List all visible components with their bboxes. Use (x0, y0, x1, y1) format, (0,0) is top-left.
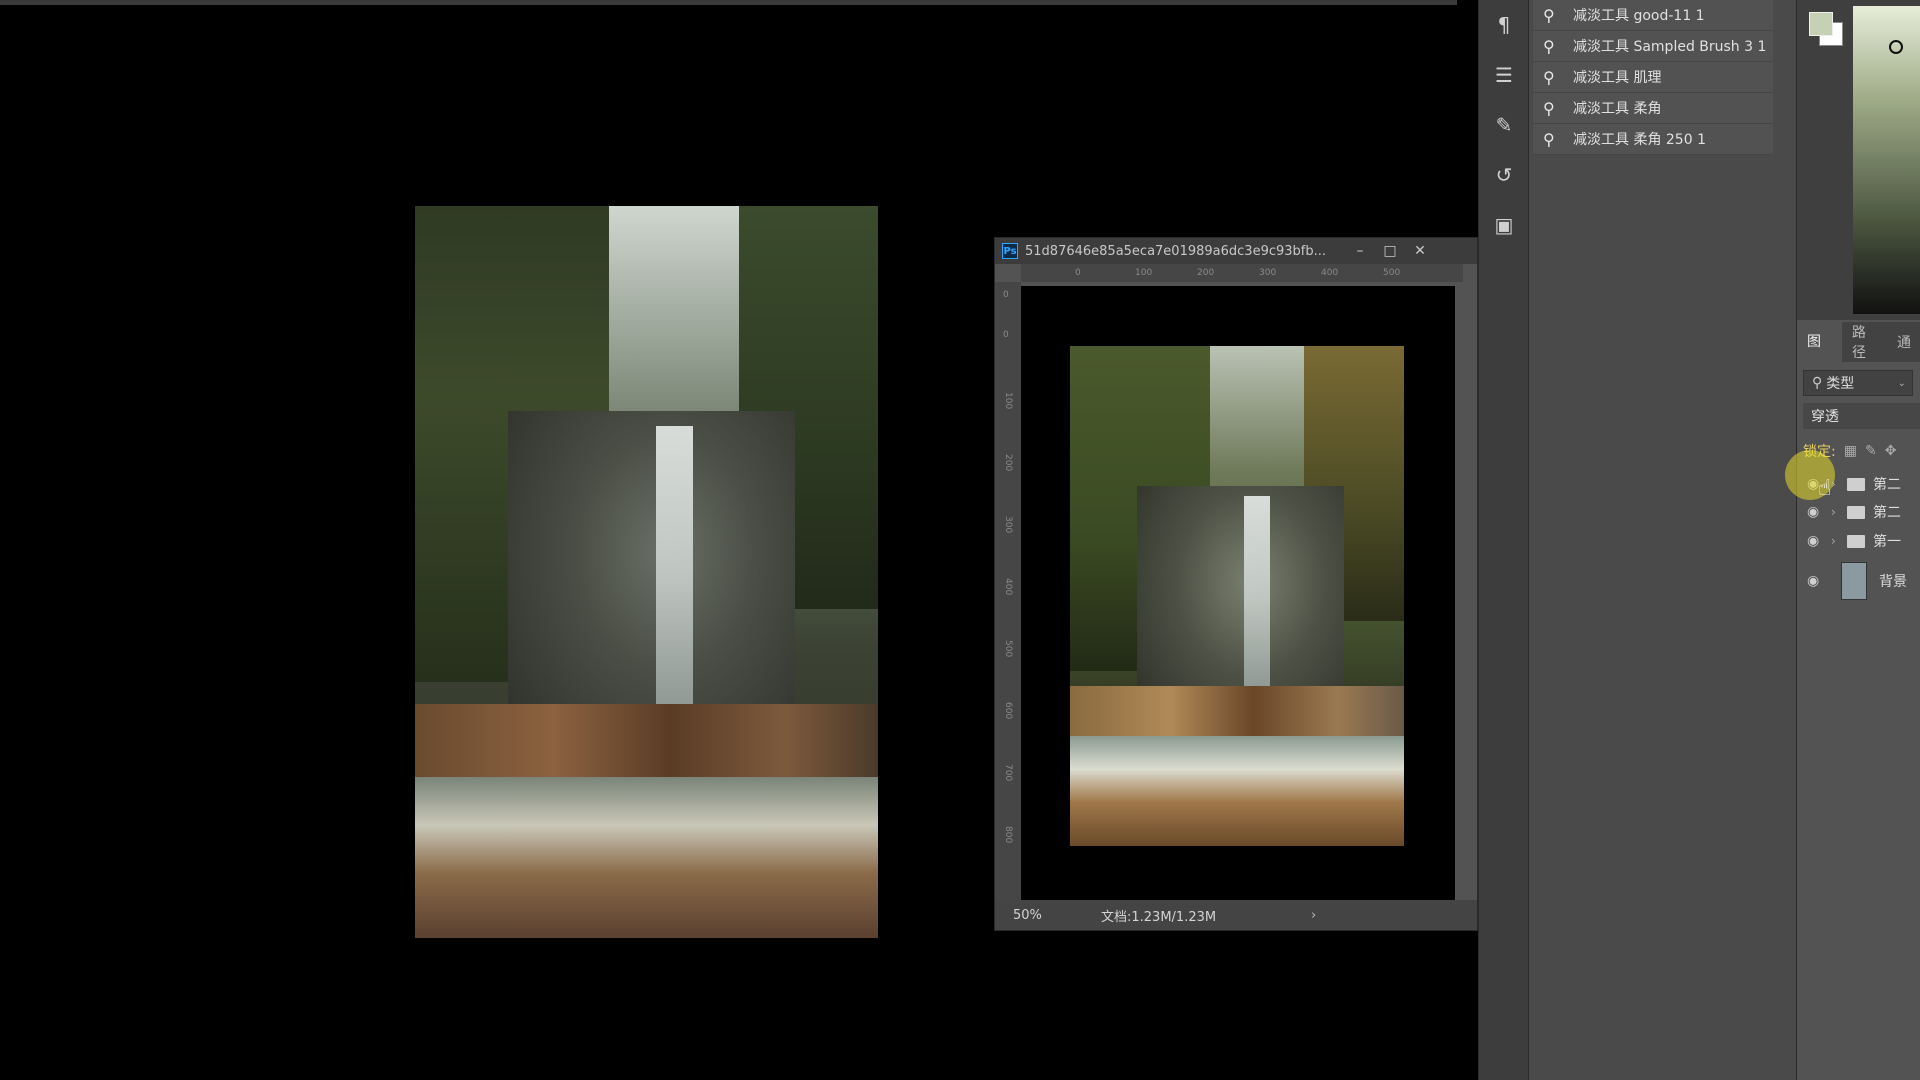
ruler-tick: 0 (1075, 268, 1081, 278)
preset-label: 减淡工具 good-11 1 (1573, 8, 1705, 24)
photo-waterfall (1243, 496, 1271, 706)
ruler-tick: 0 (1003, 290, 1009, 300)
ruler-tick: 200 (1197, 268, 1215, 278)
lock-pixels-icon[interactable]: ✎ (1865, 443, 1877, 459)
folder-icon (1847, 505, 1865, 519)
zoom-level[interactable]: 50% (995, 908, 1057, 923)
search-icon: ⚲ (1812, 375, 1823, 391)
minimize-icon[interactable]: – (1345, 238, 1375, 264)
document-size: 文档:1.23M/1.23M (1101, 909, 1217, 925)
maximize-icon[interactable]: □ (1375, 238, 1405, 264)
preset-label: 减淡工具 肌理 (1573, 70, 1662, 86)
hand-cursor-icon: ☝ (1818, 476, 1832, 501)
layer-name: 第二 (1873, 505, 1901, 521)
ruler-tick: 100 (1135, 268, 1153, 278)
lock-position-icon[interactable]: ✥ (1885, 443, 1897, 459)
ruler-tick: 400 (1321, 268, 1339, 278)
waterfall-painting (415, 206, 878, 938)
painting-water (415, 776, 878, 938)
ruler-tick: 300 (1259, 268, 1277, 278)
folder-icon (1847, 534, 1865, 548)
document-window[interactable]: Ps 51d87646e85a5eca7e01989a6dc3e9c93bfb.… (994, 237, 1478, 931)
blend-mode-value: 穿透 (1811, 409, 1839, 425)
preset-item[interactable]: ⚲ 减淡工具 Sampled Brush 3 1 (1533, 31, 1773, 62)
top-ruler (0, 0, 1457, 5)
ruler-tick: 0 (1003, 330, 1009, 340)
document-ruler-left: 0 0 100 200 300 400 500 600 700 800 (995, 282, 1021, 900)
dodge-tool-icon: ⚲ (1543, 36, 1555, 56)
color-panel (1797, 0, 1920, 320)
ruler-tick: 200 (1003, 454, 1013, 472)
eye-icon[interactable]: ◉ (1807, 573, 1827, 589)
tab-layers[interactable]: 图层 (1797, 322, 1842, 390)
layer-name: 第二 (1873, 477, 1901, 493)
dodge-tool-icon: ⚲ (1543, 5, 1555, 25)
tab-paths[interactable]: 路径 (1842, 322, 1887, 362)
dodge-tool-icon: ⚲ (1543, 98, 1555, 118)
layer-row[interactable]: ◉ 背景 (1797, 560, 1920, 602)
color-picker-field[interactable] (1853, 6, 1920, 314)
color-picker-handle[interactable] (1889, 40, 1903, 54)
ruler-tick: 300 (1003, 516, 1013, 534)
document-titlebar[interactable]: Ps 51d87646e85a5eca7e01989a6dc3e9c93bfb.… (995, 238, 1477, 264)
ruler-tick: 500 (1003, 640, 1013, 658)
lock-transparency-icon[interactable]: ▦ (1844, 443, 1857, 459)
painting-waterfall (655, 425, 693, 734)
ruler-tick: 600 (1003, 702, 1013, 720)
right-panel: 图层 路径 通 ⚲ 类型 ⌄ 穿透 锁定: ▦ ✎ ✥ ◉ › 第二 ◉ › 第… (1796, 0, 1920, 1080)
photoshop-icon: Ps (1002, 243, 1018, 259)
paragraph-icon[interactable]: ¶ (1479, 0, 1529, 50)
document-statusbar: 50% 文档:1.23M/1.23M › (995, 900, 1477, 930)
preset-label: 减淡工具 Sampled Brush 3 1 (1573, 39, 1767, 55)
ruler-tick: 100 (1003, 392, 1013, 410)
ruler-tick: 400 (1003, 578, 1013, 596)
reference-photo (1070, 346, 1404, 846)
tool-presets-panel: ⚲ 减淡工具 good-11 1 ⚲ 减淡工具 Sampled Brush 3 … (1528, 0, 1797, 1080)
preset-item[interactable]: ⚲ 减淡工具 good-11 1 (1533, 0, 1773, 31)
folder-icon (1847, 477, 1865, 491)
blend-mode-select[interactable]: 穿透 (1803, 403, 1920, 429)
tool-preset-icon[interactable]: ▣ (1479, 200, 1529, 250)
eye-icon[interactable]: ◉ (1807, 504, 1827, 520)
eye-icon[interactable]: ◉ (1807, 533, 1827, 549)
chevron-down-icon: ⌄ (1897, 377, 1906, 389)
chevron-right-icon[interactable]: › (1831, 505, 1843, 519)
clone-source-icon[interactable]: ↺ (1479, 150, 1529, 200)
tab-channels[interactable]: 通 (1887, 332, 1920, 352)
preset-item[interactable]: ⚲ 减淡工具 柔角 (1533, 93, 1773, 124)
brush-settings-icon[interactable]: ✎ (1479, 100, 1529, 150)
ruler-tick: 700 (1003, 764, 1013, 782)
foreground-color-swatch[interactable] (1809, 12, 1833, 36)
document-title: 51d87646e85a5eca7e01989a6dc3e9c93bfb... (1025, 243, 1327, 259)
layer-thumbnail (1841, 562, 1867, 600)
layer-filter-select[interactable]: ⚲ 类型 ⌄ (1803, 370, 1913, 396)
ruler-tick: 500 (1383, 268, 1401, 278)
adjust-icon[interactable]: ☰ (1479, 50, 1529, 100)
layer-row[interactable]: ◉ › 第一 (1797, 527, 1920, 555)
close-icon[interactable]: ✕ (1405, 238, 1435, 264)
preset-label: 减淡工具 柔角 (1573, 101, 1662, 117)
status-menu-arrow-icon[interactable]: › (1311, 908, 1316, 923)
ruler-tick: 800 (1003, 826, 1013, 844)
preset-item[interactable]: ⚲ 减淡工具 肌理 (1533, 62, 1773, 93)
filter-label: 类型 (1826, 376, 1855, 392)
panel-icon-column: ¶ ☰ ✎ ↺ ▣ (1478, 0, 1529, 1080)
layer-name: 第一 (1873, 534, 1901, 550)
chevron-right-icon[interactable]: › (1831, 534, 1843, 548)
layer-row[interactable]: ◉ › 第二 (1797, 498, 1920, 526)
preset-item[interactable]: ⚲ 减淡工具 柔角 250 1 (1533, 124, 1773, 155)
document-canvas[interactable] (1021, 286, 1455, 902)
photo-water (1070, 736, 1404, 846)
dodge-tool-icon: ⚲ (1543, 129, 1555, 149)
document-ruler-top: 0 100 200 300 400 500 (1021, 264, 1463, 282)
layer-name: 背景 (1879, 574, 1907, 590)
dodge-tool-icon: ⚲ (1543, 67, 1555, 87)
layers-tabs: 图层 路径 通 (1797, 322, 1920, 390)
preset-label: 减淡工具 柔角 250 1 (1573, 132, 1706, 148)
